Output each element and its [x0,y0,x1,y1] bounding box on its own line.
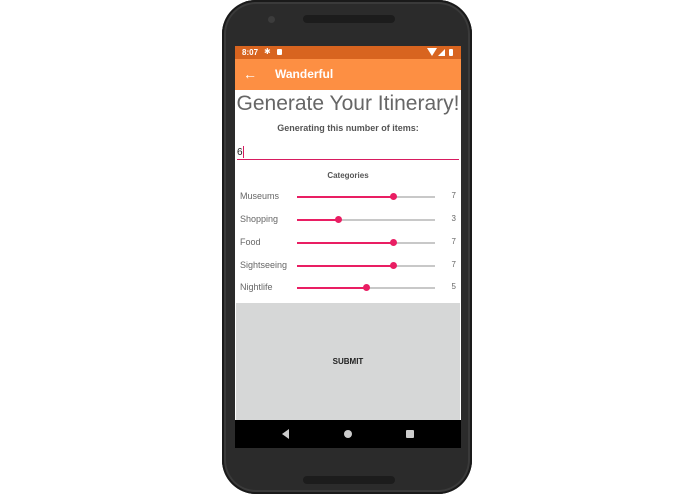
nav-back-icon[interactable] [282,429,289,439]
category-row: Museums 7 [235,188,461,206]
nav-home-icon[interactable] [344,430,352,438]
category-name: Nightlife [240,282,273,292]
categories-header: Categories [327,171,369,180]
camera-icon [268,16,275,23]
wifi-icon [427,48,437,56]
speaker-bottom [303,476,395,484]
submit-button[interactable]: SUBMIT [236,303,460,420]
category-value: 3 [451,214,456,223]
category-value: 7 [451,260,456,269]
arrow-back-icon[interactable]: ← [243,65,257,83]
slider-fill [297,196,394,198]
gear-icon: ✱ [264,47,271,56]
category-value: 5 [451,282,456,291]
slider-fill [297,242,394,244]
signal-icon [438,49,445,56]
slider-thumb[interactable] [334,216,342,223]
category-value: 7 [451,237,456,246]
slider-thumb[interactable] [390,239,398,246]
item-count-input[interactable] [237,145,459,160]
slider-thumb[interactable] [362,284,370,291]
category-name: Sightseeing [240,260,288,270]
slider-fill [297,265,394,267]
text-cursor [243,146,244,158]
app-bar: ← Wanderful [235,59,461,90]
slider-thumb[interactable] [390,262,398,269]
category-name: Food [240,237,261,247]
battery-icon [449,49,453,56]
category-name: Shopping [240,214,279,224]
page-title: Generate Your Itinerary! [236,92,460,115]
item-count-label: Generating this number of items: [277,123,419,133]
category-row: Food 7 [235,234,461,252]
speaker-top [303,15,395,23]
category-row: Nightlife 5 [235,279,461,297]
category-name: Museums [240,191,280,201]
nav-recents-icon[interactable] [406,430,414,438]
navigation-bar [235,420,461,448]
sd-card-icon [277,49,282,55]
phone-screen: 8:07 ✱ ← Wanderful Generate Your Itinera… [235,46,461,448]
slider-fill [297,287,366,289]
status-bar: 8:07 ✱ [235,46,461,59]
app-title: Wanderful [275,67,334,81]
category-row: Sightseeing 7 [235,257,461,275]
category-row: Shopping 3 [235,211,461,229]
status-time: 8:07 [242,48,259,57]
category-value: 7 [451,191,456,200]
slider-thumb[interactable] [390,193,398,200]
slider-fill [297,219,339,221]
